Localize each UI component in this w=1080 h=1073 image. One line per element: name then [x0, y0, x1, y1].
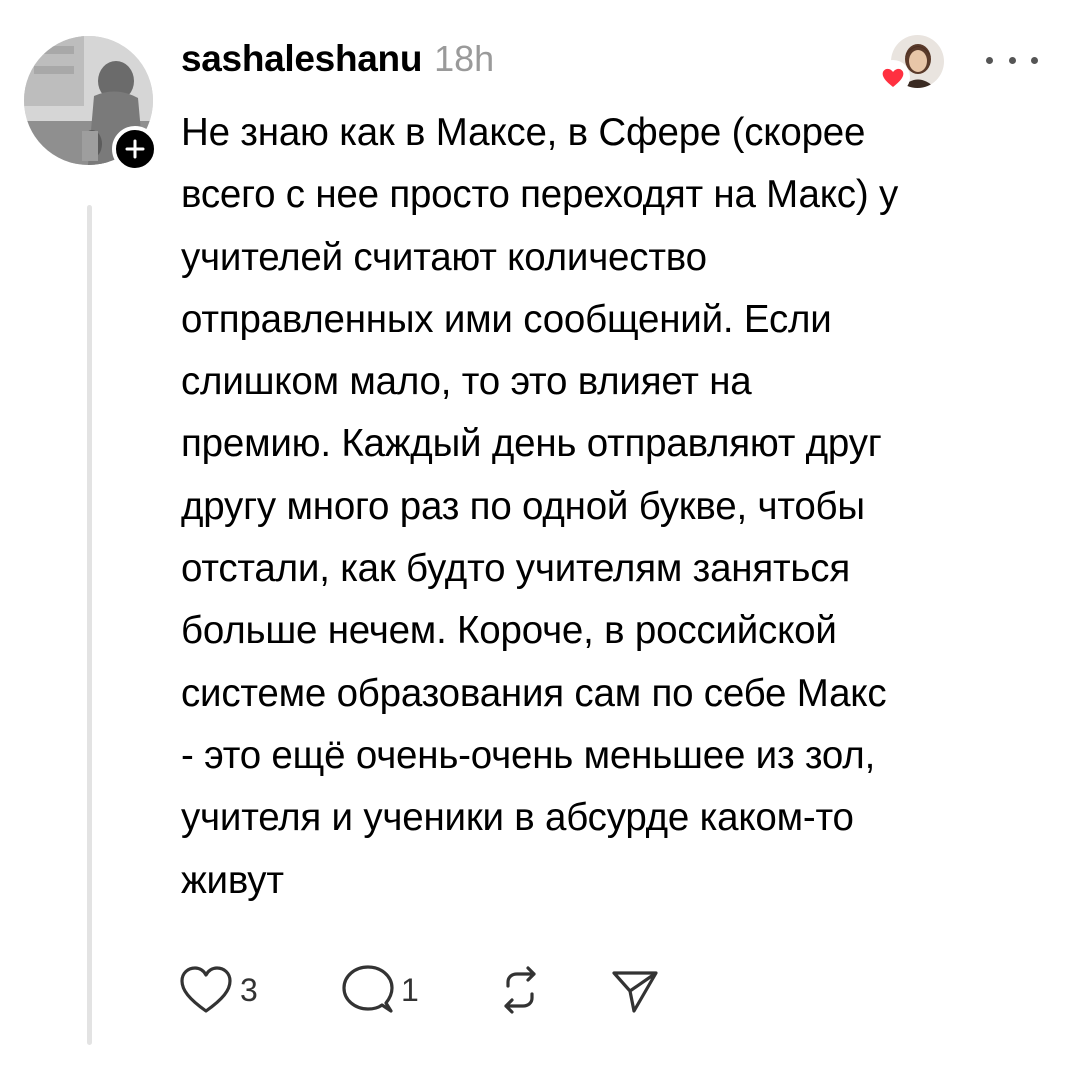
share-button[interactable] — [610, 965, 660, 1015]
send-icon — [612, 971, 658, 1013]
comment-icon — [342, 965, 394, 1013]
plus-icon — [125, 139, 145, 159]
follow-button[interactable] — [112, 126, 158, 172]
more-horizontal-icon-dot — [986, 56, 993, 64]
post-header: sashaleshanu 18h — [181, 38, 494, 92]
post-text: Не знаю как в Максе, в Сфере (скорее все… — [181, 111, 898, 902]
like-count: 3 — [240, 971, 258, 1008]
thread-post: sashaleshanu 18h Не знаю как в Максе, в … — [0, 0, 1080, 1073]
more-horizontal-icon-dot — [1008, 56, 1016, 64]
heart-icon — [876, 60, 910, 94]
reply-button[interactable]: 1 — [341, 963, 494, 1017]
more-options-button[interactable] — [986, 48, 1038, 72]
author-username[interactable]: sashaleshanu — [181, 38, 422, 80]
like-button[interactable]: 3 — [178, 964, 341, 1016]
reply-count: 1 — [401, 971, 419, 1008]
repost-button[interactable] — [494, 964, 610, 1016]
repost-icon — [504, 966, 536, 1014]
heart-outline-icon — [180, 966, 232, 1013]
thread-line — [87, 205, 92, 1045]
more-horizontal-icon-dot — [1031, 56, 1038, 64]
post-timestamp: 18h — [434, 38, 495, 79]
action-bar: 3 1 — [178, 960, 660, 1020]
